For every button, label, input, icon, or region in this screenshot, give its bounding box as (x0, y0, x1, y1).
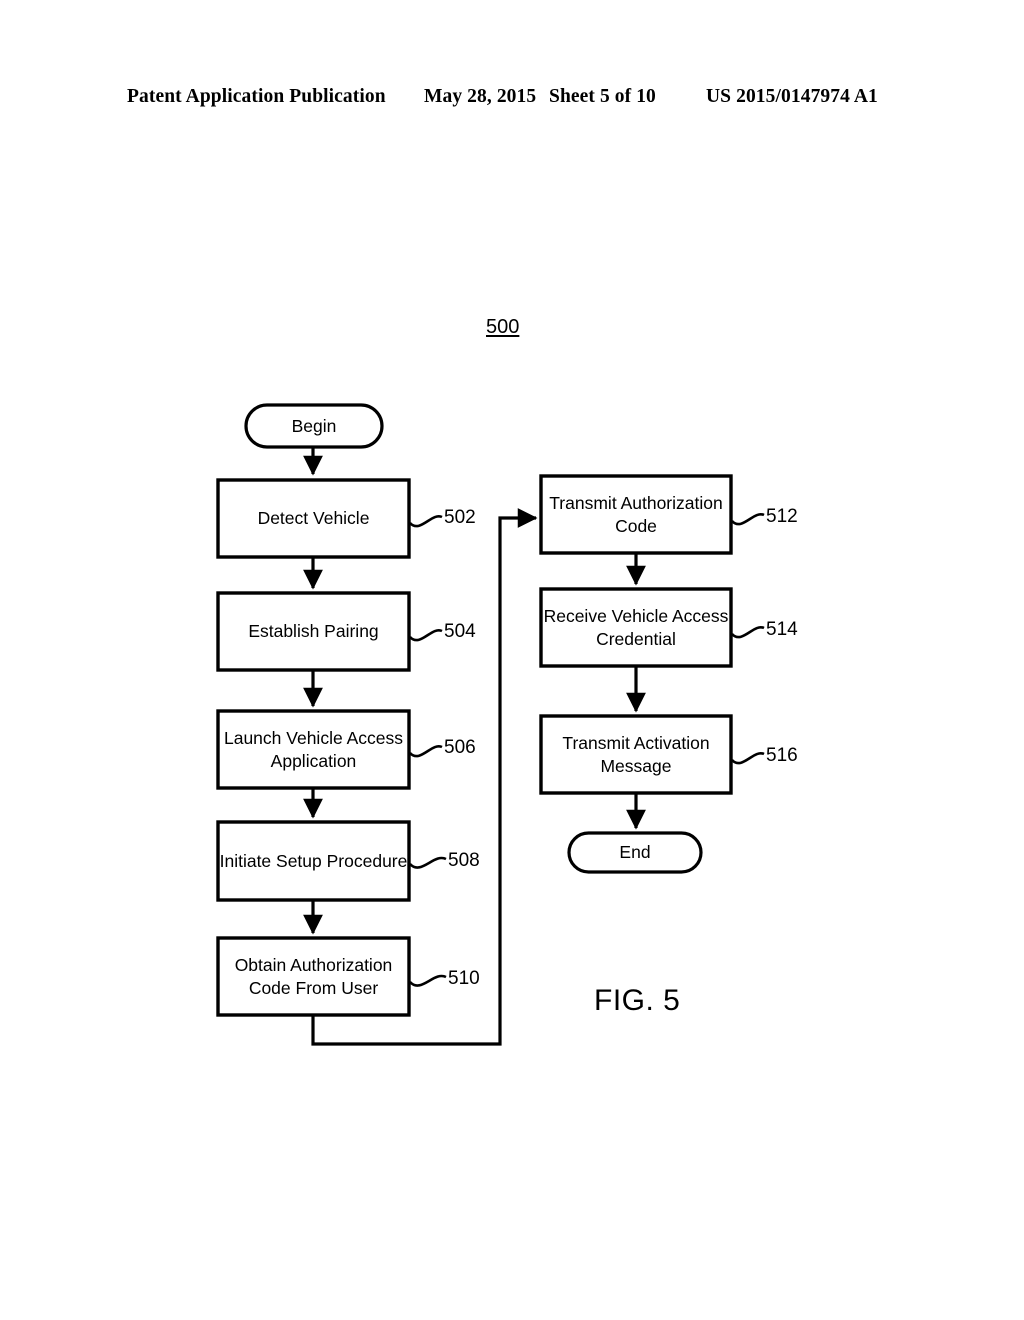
flowchart-canvas (216, 403, 765, 1046)
leader-508 (409, 856, 447, 869)
ref-numeral-512: 512 (766, 506, 798, 527)
leader-510 (409, 974, 447, 987)
ref-numeral-508: 508 (448, 850, 480, 871)
leader-506 (409, 744, 443, 758)
flowchart-figure: Begin Detect Vehicle Establish Pairing L… (0, 0, 1024, 1320)
ref-numeral-504: 504 (444, 621, 476, 642)
ref-numeral-510: 510 (448, 968, 480, 989)
node-514-shape (539, 587, 733, 668)
leader-516 (731, 751, 765, 765)
leader-502 (409, 514, 443, 528)
ref-numeral-514: 514 (766, 619, 798, 640)
node-512-shape (539, 474, 733, 555)
leader-514 (731, 625, 765, 639)
node-begin-shape (244, 403, 384, 449)
ref-numeral-516: 516 (766, 745, 798, 766)
node-506-shape (216, 709, 411, 790)
node-516-shape (539, 714, 733, 795)
leader-504 (409, 628, 443, 642)
node-504-shape (216, 591, 411, 672)
figure-caption: FIG. 5 (594, 984, 681, 1017)
node-end-shape (567, 831, 703, 874)
node-508-shape (216, 820, 411, 902)
leader-512 (731, 512, 765, 526)
diagram-reference-numeral: 500 (486, 316, 520, 338)
node-502-shape (216, 478, 411, 559)
ref-numeral-502: 502 (444, 507, 476, 528)
ref-numeral-506: 506 (444, 737, 476, 758)
node-510-shape (216, 936, 411, 1017)
